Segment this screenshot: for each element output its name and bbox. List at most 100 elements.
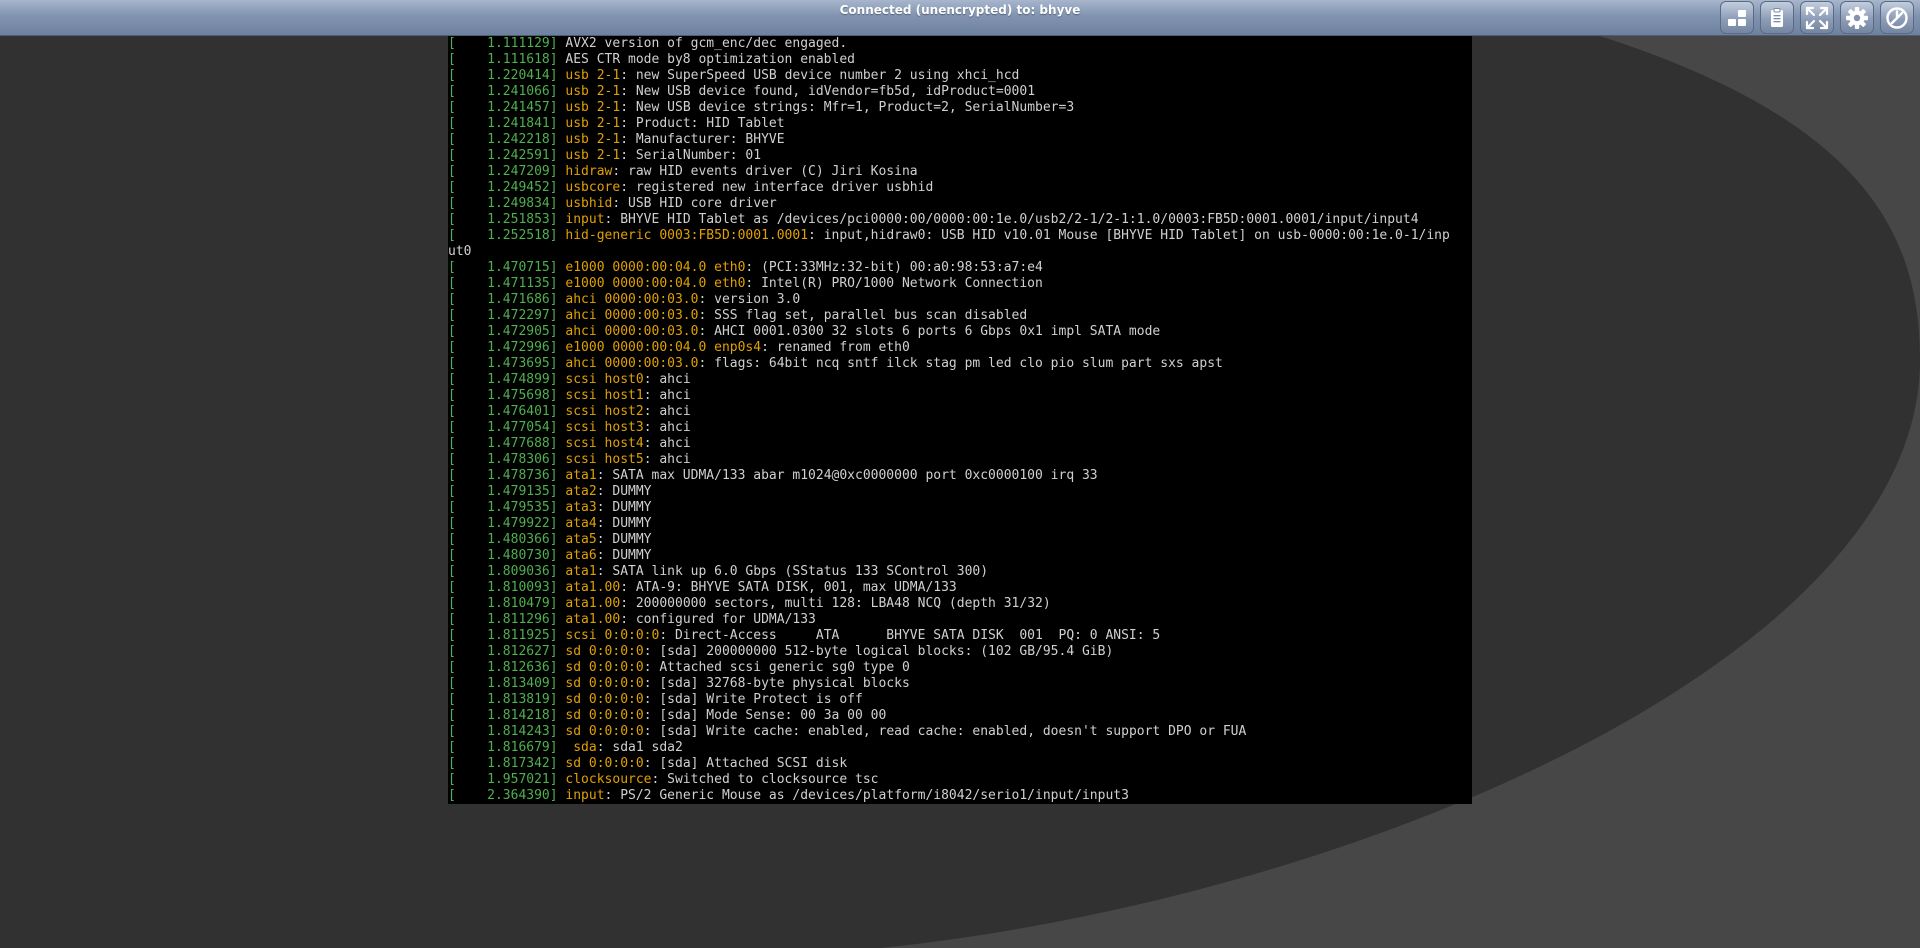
console-timestamp: 1.812636 (455, 660, 550, 675)
bracket: ] (549, 500, 566, 515)
console-timestamp: 1.477054 (455, 420, 550, 435)
console-line: [ 1.242218] usb 2-1: Manufacturer: BHYVE (448, 132, 1472, 148)
bracket: ] (549, 756, 566, 771)
console-timestamp: 1.817342 (455, 756, 550, 771)
console-timestamp: 1.812627 (455, 644, 550, 659)
bracket: ] (549, 132, 566, 147)
console-timestamp: 1.814243 (455, 724, 550, 739)
console-message: : Attached scsi generic sg0 type 0 (643, 660, 910, 675)
control-bar (1720, 1, 1914, 34)
console-line: ut0 (448, 244, 1472, 260)
console-source: ahci 0000:00:03.0 (565, 292, 699, 307)
bracket: [ (448, 324, 456, 339)
bracket: [ (448, 196, 456, 211)
console-message: : [sda] 200000000 512-byte logical block… (643, 644, 1114, 659)
console-source: ata4 (565, 516, 597, 531)
console-source: usb 2-1 (565, 68, 621, 83)
console-message: : DUMMY (596, 532, 652, 547)
console-line: [ 1.471686] ahci 0000:00:03.0: version 3… (448, 292, 1472, 308)
console-source: ata6 (565, 548, 597, 563)
bracket: ] (549, 660, 566, 675)
console-source: ata1.00 (565, 580, 621, 595)
console-message: : ahci (643, 372, 691, 387)
console-message: : configured for UDMA/133 (620, 612, 816, 627)
console-line: [ 1.480366] ata5: DUMMY (448, 532, 1472, 548)
console-line: [ 1.249452] usbcore: registered new inte… (448, 180, 1472, 196)
console-message: : DUMMY (596, 500, 652, 515)
console-source: usb 2-1 (565, 84, 621, 99)
bracket: ] (549, 596, 566, 611)
bracket: [ (448, 356, 456, 371)
console-line: [ 1.478736] ata1: SATA max UDMA/133 abar… (448, 468, 1472, 484)
disconnect-button[interactable] (1880, 1, 1914, 34)
fullscreen-button[interactable] (1800, 1, 1834, 34)
console-timestamp: 1.474899 (455, 372, 550, 387)
settings-button[interactable] (1840, 1, 1874, 34)
console-line: [ 1.241066] usb 2-1: New USB device foun… (448, 84, 1472, 100)
console-source: hid-generic 0003:FB5D:0001.0001 (565, 228, 809, 243)
bracket: ] (549, 532, 566, 547)
extra-keys-button[interactable] (1720, 1, 1754, 34)
console-line: [ 1.817342] sd 0:0:0:0: [sda] Attached S… (448, 756, 1472, 772)
console-timestamp: 1.241841 (455, 116, 550, 131)
console-source: usbcore (565, 180, 621, 195)
console-message: : ahci (643, 388, 691, 403)
console-line: [ 1.477054] scsi host3: ahci (448, 420, 1472, 436)
console-timestamp: 1.810093 (455, 580, 550, 595)
bracket: ] (549, 100, 566, 115)
console-line: [ 1.479922] ata4: DUMMY (448, 516, 1472, 532)
bracket: ] (549, 708, 566, 723)
bracket: ] (549, 292, 566, 307)
bracket: [ (448, 164, 456, 179)
console-message: : version 3.0 (698, 292, 801, 307)
console-line: [ 1.957021] clocksource: Switched to clo… (448, 772, 1472, 788)
console-source: ahci 0000:00:03.0 (565, 308, 699, 323)
console-source: clocksource (565, 772, 652, 787)
console-timestamp: 1.472905 (455, 324, 550, 339)
console-source: scsi host4 (565, 436, 644, 451)
console-message: : [sda] Write cache: enabled, read cache… (643, 724, 1247, 739)
console-timestamp: 1.471135 (455, 276, 550, 291)
power-icon (1886, 6, 1908, 29)
console-message: : raw HID events driver (C) Jiri Kosina (612, 164, 918, 179)
bracket: ] (549, 772, 566, 787)
console-message: AVX2 version of gcm_enc/dec engaged. (565, 36, 848, 51)
console-timestamp: 1.810479 (455, 596, 550, 611)
vnc-screen[interactable]: [ 1.111129] AVX2 version of gcm_enc/dec … (448, 36, 1472, 804)
bracket: ] (549, 468, 566, 483)
bracket: ] (549, 36, 566, 51)
console-line: [ 1.111618] AES CTR mode by8 optimizatio… (448, 52, 1472, 68)
console-line: [ 1.472905] ahci 0000:00:03.0: AHCI 0001… (448, 324, 1472, 340)
bracket: ] (549, 740, 566, 755)
clipboard-button[interactable] (1760, 1, 1794, 34)
bracket: [ (448, 132, 456, 147)
console-timestamp: 1.480730 (455, 548, 550, 563)
bracket: [ (448, 404, 456, 419)
console-source: ata1 (565, 468, 597, 483)
console-line: [ 1.813819] sd 0:0:0:0: [sda] Write Prot… (448, 692, 1472, 708)
bracket: [ (448, 148, 456, 163)
bracket: [ (448, 772, 456, 787)
console-timestamp: 1.470715 (455, 260, 550, 275)
console-line: [ 1.220414] usb 2-1: new SuperSpeed USB … (448, 68, 1472, 84)
novnc-app: Connected (unencrypted) to: bhyve [1.11… (0, 0, 1920, 948)
bracket: [ (448, 260, 456, 275)
bracket: [ (448, 628, 456, 643)
console-line: [ 1.249834] usbhid: USB HID core driver (448, 196, 1472, 212)
bracket: [ (448, 388, 456, 403)
bracket: ] (549, 308, 566, 323)
console-source: usb 2-1 (565, 132, 621, 147)
bracket: ] (549, 516, 566, 531)
console-source: sd 0:0:0:0 (565, 676, 644, 691)
console-timestamp: 1.813819 (455, 692, 550, 707)
bracket: ] (549, 164, 566, 179)
clipboard-icon (1771, 7, 1783, 27)
bracket: [ (448, 212, 456, 227)
console-source: usb 2-1 (565, 116, 621, 131)
console-message: : ahci (643, 420, 691, 435)
bracket: ] (549, 340, 566, 355)
bracket: [ (448, 292, 456, 307)
console-message: : Intel(R) PRO/1000 Network Connection (745, 276, 1043, 291)
bracket: [ (448, 116, 456, 131)
bracket: [ (448, 68, 456, 83)
